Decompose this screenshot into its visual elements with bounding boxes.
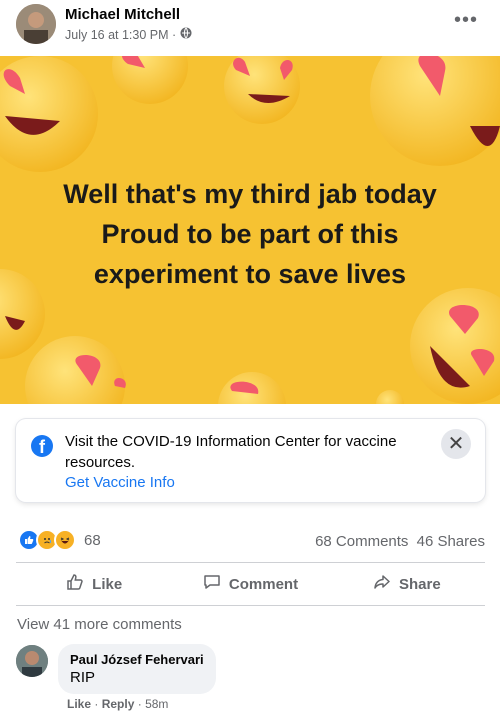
like-label: Like xyxy=(92,575,123,593)
close-icon[interactable]: ✕ xyxy=(441,429,471,459)
author-avatar[interactable] xyxy=(16,4,56,44)
comments-count[interactable]: 68 Comments xyxy=(315,533,408,550)
share-label: Share xyxy=(398,575,441,593)
more-options-icon[interactable]: ••• xyxy=(454,10,478,30)
info-card-text: Visit the COVID-19 Information Center fo… xyxy=(65,433,397,471)
post-actions: Like Comment Share xyxy=(16,564,485,604)
haha-reaction-icon xyxy=(54,529,76,551)
post-text-line: experiment to save lives xyxy=(93,259,407,289)
globe-icon xyxy=(180,27,192,42)
like-button[interactable]: Like xyxy=(16,564,172,604)
author-name[interactable]: Michael Mitchell xyxy=(65,6,180,23)
post-header: Michael Mitchell July 16 at 1:30 PM · ••… xyxy=(0,0,500,56)
post-timestamp[interactable]: July 16 at 1:30 PM · xyxy=(65,28,176,42)
post-meta: July 16 at 1:30 PM · xyxy=(65,27,192,42)
comment-bubble: Paul József Fehervari RIP xyxy=(58,644,216,694)
share-icon xyxy=(373,573,391,595)
comment-time[interactable]: 58m xyxy=(145,697,168,711)
thumbs-up-icon xyxy=(66,573,84,595)
divider xyxy=(16,605,485,606)
post-image[interactable]: Well that's my third jab today Proud to … xyxy=(0,56,500,404)
get-vaccine-info-link[interactable]: Get Vaccine Info xyxy=(65,474,175,491)
commenter-name[interactable]: Paul József Fehervari xyxy=(70,652,204,667)
post-text-line: Proud to be part of this xyxy=(101,219,399,249)
comment-share-counts: 68 Comments 46 Shares xyxy=(315,533,485,550)
comment-reply-link[interactable]: Reply xyxy=(102,697,135,711)
comment-like-link[interactable]: Like xyxy=(67,697,91,711)
reaction-count: 68 xyxy=(84,531,101,549)
covid-info-card: f Visit the COVID-19 Information Center … xyxy=(16,419,485,502)
comment-icon xyxy=(203,573,221,595)
shares-count[interactable]: 46 Shares xyxy=(417,533,485,550)
facebook-icon: f xyxy=(31,435,53,457)
comment-label: Comment xyxy=(228,575,299,593)
commenter-avatar[interactable] xyxy=(16,645,48,677)
post-text-line: Well that's my third jab today xyxy=(63,179,437,209)
comment-text: RIP xyxy=(70,669,96,686)
divider xyxy=(16,562,485,563)
comment-button[interactable]: Comment xyxy=(172,564,328,604)
post-text: Well that's my third jab today Proud to … xyxy=(0,174,500,294)
reaction-summary[interactable]: 68 xyxy=(18,529,101,551)
share-button[interactable]: Share xyxy=(329,564,485,604)
comment-actions: Like · Reply · 58m xyxy=(67,697,169,711)
view-more-comments-link[interactable]: View 41 more comments xyxy=(17,616,182,633)
